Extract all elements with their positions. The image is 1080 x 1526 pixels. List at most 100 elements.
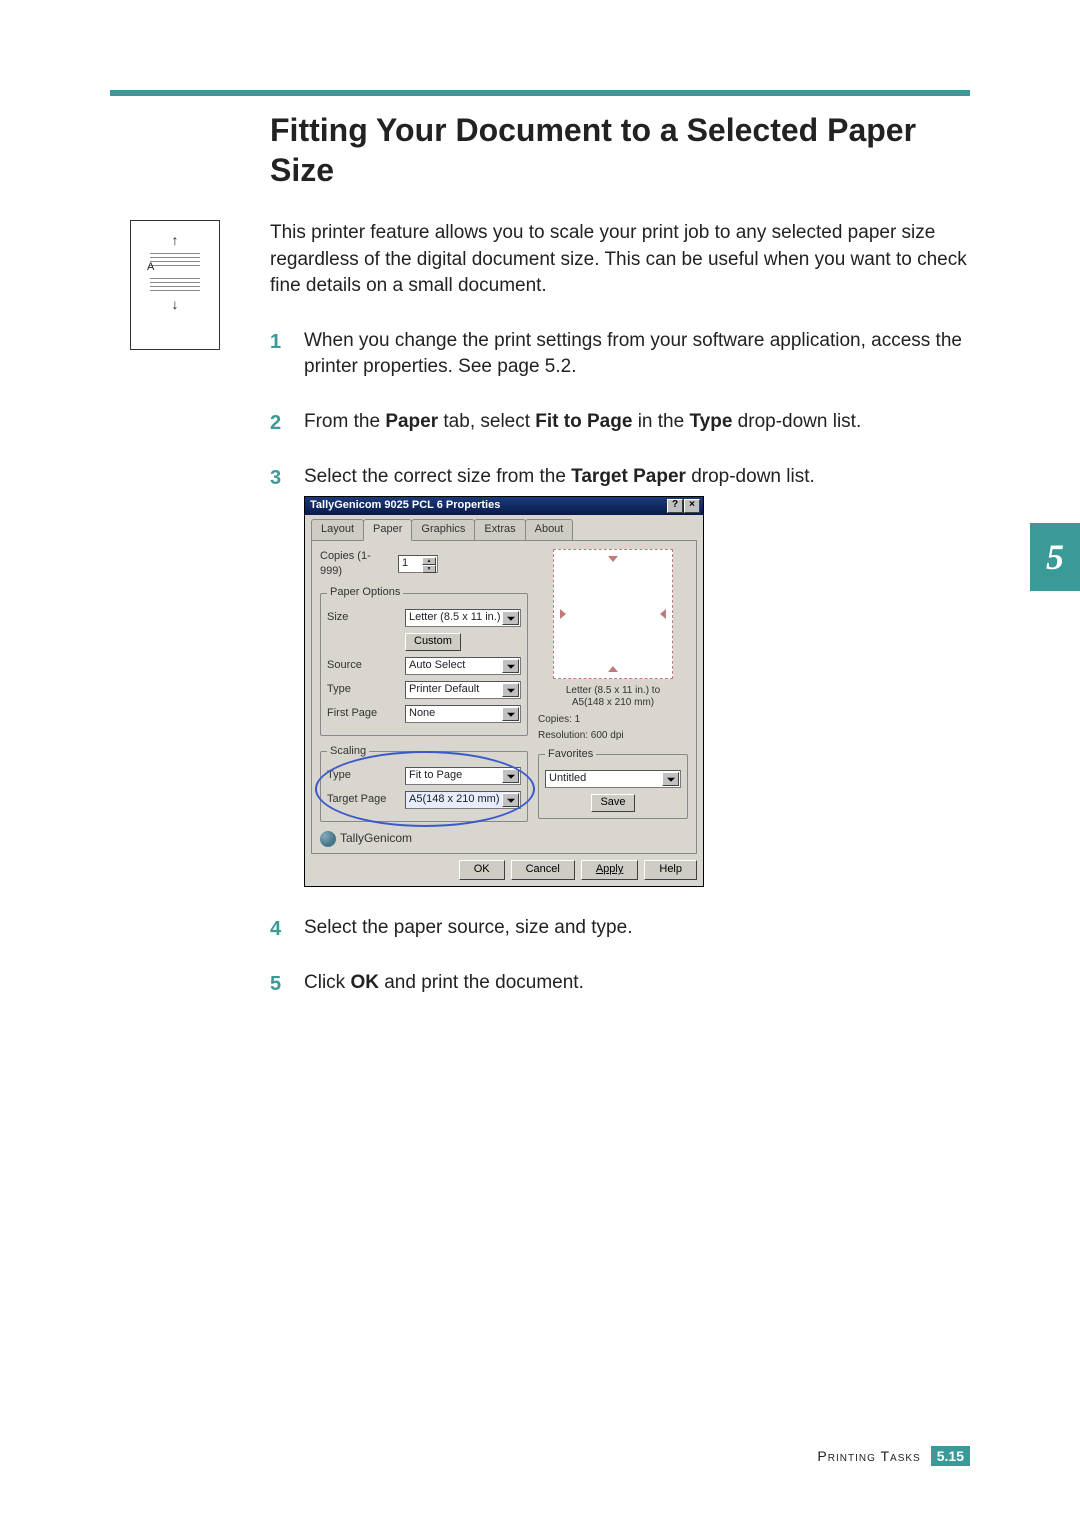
firstpage-label: First Page [327, 706, 399, 721]
apply-button[interactable]: Apply [581, 860, 639, 880]
step-3: Select the correct size from the Target … [270, 464, 970, 887]
favorites-combo[interactable]: Untitled [545, 770, 681, 788]
footer-page-box: 5.15 [931, 1446, 970, 1466]
dialog-right-column: Letter (8.5 x 11 in.) to A5(148 x 210 mm… [538, 549, 688, 847]
info-copies: Copies: 1 [538, 713, 688, 727]
scaling-type-label: Type [327, 768, 399, 783]
size-value: Letter (8.5 x 11 in.) [409, 610, 501, 625]
favorites-value: Untitled [549, 771, 586, 786]
step-2-t2: tab, select [438, 411, 535, 432]
intro-paragraph: This printer feature allows you to scale… [270, 220, 970, 300]
step-5-t2: and print the document. [379, 972, 584, 993]
dialog-bottom-bar: OK Cancel Apply Help [305, 854, 703, 886]
step-5: Click OK and print the document. [270, 970, 970, 997]
arrow-up-icon [608, 666, 618, 672]
tab-layout[interactable]: Layout [311, 519, 364, 539]
favorites-group: Favorites Untitled Save [538, 747, 688, 819]
firstpage-value: None [409, 706, 435, 721]
arrow-right-icon [560, 609, 566, 619]
brand-row: TallyGenicom [320, 830, 528, 847]
step-3-b1: Target Paper [571, 466, 686, 487]
tab-extras[interactable]: Extras [474, 519, 525, 539]
step-5-t1: Click [304, 972, 350, 993]
size-combo[interactable]: Letter (8.5 x 11 in.) [405, 609, 521, 627]
dialog-left-column: Copies (1-999) 1 ▲▼ Paper Options [320, 549, 528, 847]
custom-size-button[interactable]: Custom [405, 633, 461, 651]
target-page-value: A5(148 x 210 mm) [409, 792, 499, 807]
tab-strip: Layout Paper Graphics Extras About [305, 515, 703, 539]
step-1: When you change the print settings from … [270, 328, 970, 381]
firstpage-combo[interactable]: None [405, 705, 521, 723]
step-4: Select the paper source, size and type. [270, 915, 970, 942]
brand-logo-icon [320, 831, 336, 847]
footer-page: 15 [948, 1448, 964, 1464]
scaling-type-combo[interactable]: Fit to Page [405, 767, 521, 785]
save-favorite-button[interactable]: Save [591, 794, 634, 812]
tab-paper[interactable]: Paper [363, 519, 412, 540]
cancel-button[interactable]: Cancel [511, 860, 575, 880]
footer-chapter: 5. [937, 1448, 949, 1464]
paper-options-legend: Paper Options [327, 585, 403, 600]
favorites-legend: Favorites [545, 747, 596, 762]
arrow-up-icon: ↑ [172, 233, 179, 247]
step-2-b3: Type [689, 411, 732, 432]
preview-caption: Letter (8.5 x 11 in.) to A5(148 x 210 mm… [538, 685, 688, 709]
scaling-legend: Scaling [327, 744, 369, 759]
type-combo[interactable]: Printer Default [405, 681, 521, 699]
left-column: ↑ ↓ A [110, 110, 240, 1024]
right-column: Fitting Your Document to a Selected Pape… [270, 110, 970, 1024]
diagram-letter: A [147, 261, 154, 273]
help-title-button[interactable]: ? [667, 499, 683, 513]
steps-list: When you change the print settings from … [270, 328, 970, 996]
chevron-down-icon [507, 799, 515, 803]
chapter-tab: 5 [1030, 523, 1080, 591]
help-button[interactable]: Help [644, 860, 697, 880]
preview-line2: A5(148 x 210 mm) [572, 697, 654, 708]
brand-text: TallyGenicom [340, 830, 412, 847]
size-label: Size [327, 610, 399, 625]
top-rule [110, 90, 970, 96]
arrow-down-icon: ↓ [172, 297, 179, 311]
page: ↑ ↓ A Fitting Your Document to a Selecte… [0, 0, 1080, 1526]
spin-down-icon[interactable]: ▼ [422, 565, 436, 573]
source-combo[interactable]: Auto Select [405, 657, 521, 675]
content: ↑ ↓ A Fitting Your Document to a Selecte… [110, 110, 970, 1024]
spin-up-icon[interactable]: ▲ [422, 557, 436, 565]
page-title: Fitting Your Document to a Selected Pape… [270, 110, 970, 190]
chevron-down-icon [507, 689, 515, 693]
ok-button[interactable]: OK [459, 860, 505, 880]
close-button[interactable]: × [684, 499, 700, 513]
tab-panel-paper: Copies (1-999) 1 ▲▼ Paper Options [311, 540, 697, 854]
dialog-titlebar[interactable]: TallyGenicom 9025 PCL 6 Properties ? × [305, 497, 703, 515]
target-page-label: Target Page [327, 792, 399, 807]
scaling-type-value: Fit to Page [409, 768, 462, 783]
type-label: Type [327, 682, 399, 697]
dialog-title: TallyGenicom 9025 PCL 6 Properties [310, 498, 500, 513]
info-resolution: Resolution: 600 dpi [538, 729, 688, 743]
copies-spinner[interactable]: 1 ▲▼ [398, 555, 438, 573]
arrow-down-icon [608, 556, 618, 562]
source-value: Auto Select [409, 658, 465, 673]
copies-label: Copies (1-999) [320, 549, 392, 580]
step-5-b1: OK [350, 972, 379, 993]
highlight-oval [315, 751, 535, 827]
page-footer: Printing Tasks 5.15 [817, 1446, 970, 1466]
target-page-combo[interactable]: A5(148 x 210 mm) [405, 791, 521, 809]
page-preview [553, 549, 673, 679]
chevron-down-icon [667, 778, 675, 782]
step-2-b2: Fit to Page [535, 411, 632, 432]
footer-label: Printing Tasks [817, 1448, 920, 1464]
chevron-down-icon [507, 775, 515, 779]
step-2-t3: in the [632, 411, 689, 432]
source-label: Source [327, 658, 399, 673]
tab-about[interactable]: About [525, 519, 574, 539]
arrow-left-icon [660, 609, 666, 619]
scale-diagram: ↑ ↓ A [130, 220, 220, 350]
step-2-t4: drop-down list. [732, 411, 861, 432]
step-3-t1: Select the correct size from the [304, 466, 571, 487]
step-3-t2: drop-down list. [686, 466, 815, 487]
tab-graphics[interactable]: Graphics [411, 519, 475, 539]
chevron-down-icon [507, 713, 515, 717]
scaling-group: Scaling Type Fit to Page Target Page A5(… [320, 744, 528, 822]
copies-value: 1 [402, 556, 408, 571]
